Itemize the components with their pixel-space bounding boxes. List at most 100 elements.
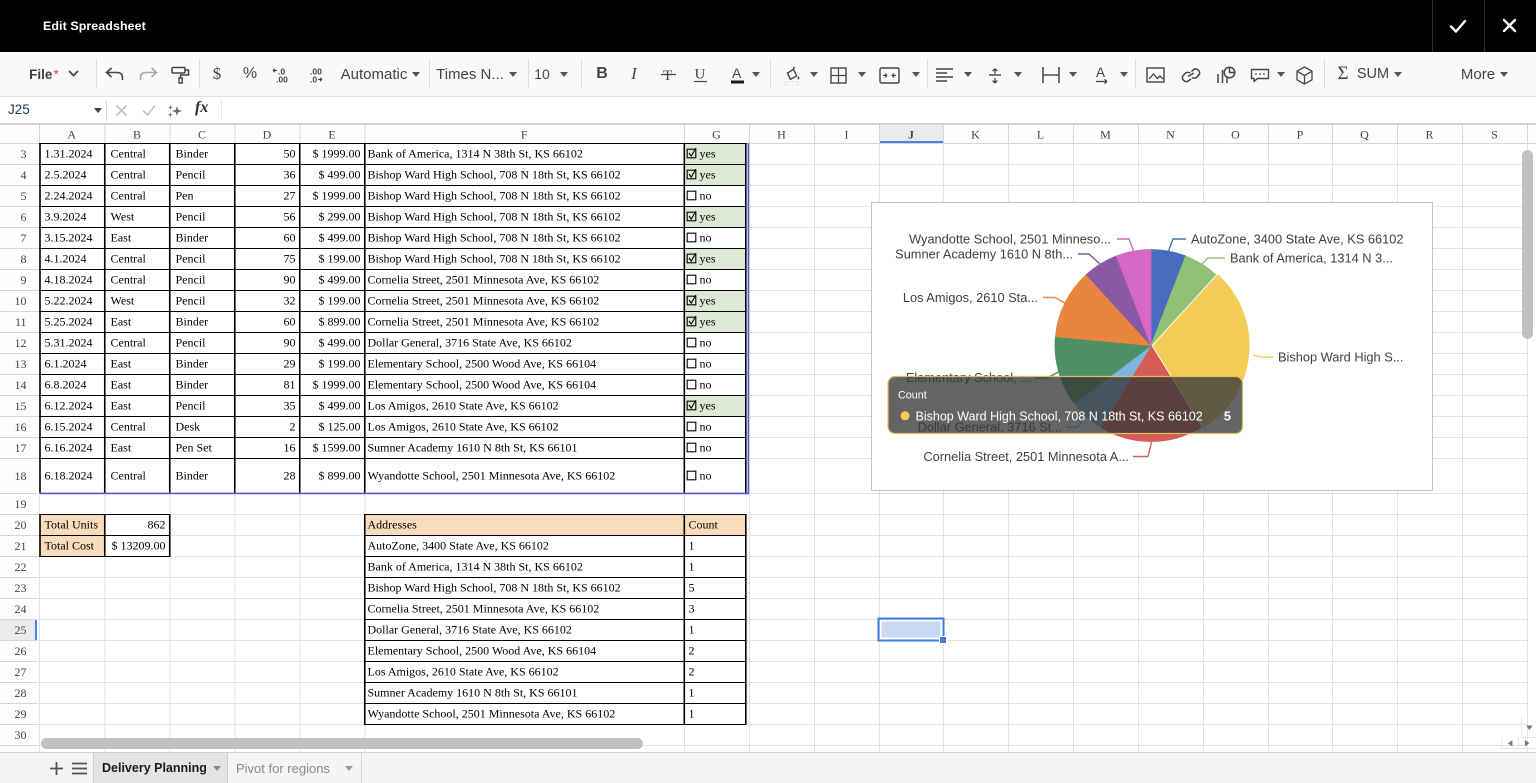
svg-text:Binder: Binder: [176, 315, 209, 329]
svg-text:Binder: Binder: [176, 147, 209, 161]
svg-text:Central: Central: [111, 420, 147, 434]
svg-text:12: 12: [15, 336, 27, 350]
svg-text:$ 499.00: $ 499.00: [319, 168, 361, 182]
svg-text:East: East: [111, 231, 132, 245]
svg-text:Pencil: Pencil: [176, 273, 207, 287]
svg-text:Q: Q: [1360, 128, 1369, 142]
svg-text:$ 199.00: $ 199.00: [319, 294, 361, 308]
svg-text:20: 20: [15, 518, 27, 532]
svg-text:16: 16: [284, 441, 296, 455]
svg-text:3.15.2024: 3.15.2024: [45, 231, 93, 245]
svg-text:Cornelia Street, 2501 Minnesot: Cornelia Street, 2501 Minnesota Ave, KS …: [368, 602, 600, 616]
svg-text:Wyandotte School, 2501 Minneso: Wyandotte School, 2501 Minnesota Ave, KS…: [368, 469, 616, 483]
svg-text:Dollar General, 3716 State Ave: Dollar General, 3716 State Ave, KS 66102: [368, 623, 572, 637]
svg-text:Central: Central: [111, 168, 147, 182]
svg-text:5: 5: [21, 189, 27, 203]
svg-text:Pencil: Pencil: [176, 336, 207, 350]
svg-text:8: 8: [21, 252, 27, 266]
svg-text:6: 6: [21, 210, 27, 224]
svg-text:AutoZone, 3400 State Ave, KS 6: AutoZone, 3400 State Ave, KS 66102: [1191, 232, 1404, 247]
svg-text:H: H: [777, 128, 786, 142]
svg-text:7: 7: [21, 231, 27, 245]
svg-text:yes: yes: [700, 147, 716, 161]
svg-text:1: 1: [689, 707, 695, 721]
svg-text:16: 16: [15, 420, 27, 434]
svg-text:yes: yes: [700, 168, 716, 182]
svg-text:Pencil: Pencil: [176, 210, 207, 224]
svg-text:21: 21: [15, 539, 27, 553]
svg-text:18: 18: [15, 469, 27, 483]
svg-text:J: J: [908, 128, 914, 142]
svg-text:K: K: [971, 128, 980, 142]
svg-text:14: 14: [15, 378, 27, 392]
svg-text:Binder: Binder: [176, 357, 209, 371]
svg-text:F: F: [521, 128, 528, 142]
svg-text:$ 1999.00: $ 1999.00: [313, 147, 361, 161]
svg-text:Central: Central: [111, 252, 147, 266]
svg-text:$ 899.00: $ 899.00: [319, 469, 361, 483]
svg-text:Los Amigos, 2610 State Ave, KS: Los Amigos, 2610 State Ave, KS 66102: [368, 665, 559, 679]
svg-text:5.31.2024: 5.31.2024: [45, 336, 93, 350]
svg-text:Binder: Binder: [176, 378, 209, 392]
svg-text:3: 3: [21, 147, 27, 161]
svg-text:5: 5: [689, 581, 695, 595]
svg-text:Pen: Pen: [176, 189, 194, 203]
svg-text:1: 1: [689, 686, 695, 700]
svg-text:$ 125.00: $ 125.00: [319, 420, 361, 434]
svg-text:Bishop Ward High School, 708 N: Bishop Ward High School, 708 N 18th St, …: [368, 231, 621, 245]
svg-text:$ 499.00: $ 499.00: [319, 399, 361, 413]
svg-text:90: 90: [284, 273, 296, 287]
svg-text:50: 50: [284, 147, 296, 161]
svg-text:35: 35: [284, 399, 296, 413]
svg-text:Los Amigos, 2610 State Ave, KS: Los Amigos, 2610 State Ave, KS 66102: [368, 420, 559, 434]
svg-text:28: 28: [284, 469, 296, 483]
svg-text:A: A: [67, 128, 76, 142]
svg-text:27: 27: [15, 665, 27, 679]
svg-text:no: no: [700, 336, 712, 350]
svg-text:5.22.2024: 5.22.2024: [45, 294, 93, 308]
svg-text:862: 862: [148, 518, 166, 532]
svg-text:no: no: [700, 273, 712, 287]
svg-text:yes: yes: [700, 294, 716, 308]
svg-text:O: O: [1231, 128, 1240, 142]
svg-text:90: 90: [284, 336, 296, 350]
svg-text:$ 1999.00: $ 1999.00: [313, 378, 361, 392]
svg-text:M: M: [1100, 128, 1111, 142]
svg-text:81: 81: [284, 378, 296, 392]
svg-text:Pencil: Pencil: [176, 294, 207, 308]
svg-text:Bank of America, 1314 N 3...: Bank of America, 1314 N 3...: [1230, 251, 1393, 266]
svg-text:D: D: [263, 128, 272, 142]
svg-text:$ 1999.00: $ 1999.00: [313, 189, 361, 203]
svg-text:1.31.2024: 1.31.2024: [45, 147, 93, 161]
svg-text:yes: yes: [700, 210, 716, 224]
svg-text:32: 32: [284, 294, 296, 308]
svg-text:Binder: Binder: [176, 469, 209, 483]
svg-text:15: 15: [15, 399, 27, 413]
svg-text:Elementary School, 2500 Wood A: Elementary School, 2500 Wood Ave, KS 661…: [368, 378, 597, 392]
svg-text:23: 23: [15, 581, 27, 595]
svg-text:Count: Count: [689, 518, 719, 532]
svg-text:$ 499.00: $ 499.00: [319, 273, 361, 287]
svg-text:2.5.2024: 2.5.2024: [45, 168, 87, 182]
svg-text:Bank of America, 1314 N 38th S: Bank of America, 1314 N 38th St, KS 6610…: [368, 560, 583, 574]
svg-text:$ 199.00: $ 199.00: [319, 357, 361, 371]
svg-text:60: 60: [284, 315, 296, 329]
svg-text:2: 2: [689, 665, 695, 679]
svg-text:Cornelia Street, 2501 Minnesot: Cornelia Street, 2501 Minnesota Ave, KS …: [368, 294, 600, 308]
svg-text:Bishop Ward High School, 708 N: Bishop Ward High School, 708 N 18th St, …: [368, 189, 621, 203]
svg-text:Los Amigos, 2610 Sta...: Los Amigos, 2610 Sta...: [903, 290, 1038, 305]
svg-text:no: no: [700, 420, 712, 434]
svg-text:I: I: [845, 128, 849, 142]
svg-text:$ 899.00: $ 899.00: [319, 315, 361, 329]
svg-text:Central: Central: [111, 273, 147, 287]
svg-text:13: 13: [15, 357, 27, 371]
svg-text:Bishop Ward High School, 708 N: Bishop Ward High School, 708 N 18th St, …: [368, 252, 621, 266]
svg-text:no: no: [700, 441, 712, 455]
svg-text:Central: Central: [111, 147, 147, 161]
svg-text:4.1.2024: 4.1.2024: [45, 252, 87, 266]
svg-text:29: 29: [284, 357, 296, 371]
svg-text:East: East: [111, 315, 132, 329]
svg-text:$ 499.00: $ 499.00: [319, 336, 361, 350]
svg-text:11: 11: [15, 315, 27, 329]
svg-text:2: 2: [290, 420, 296, 434]
